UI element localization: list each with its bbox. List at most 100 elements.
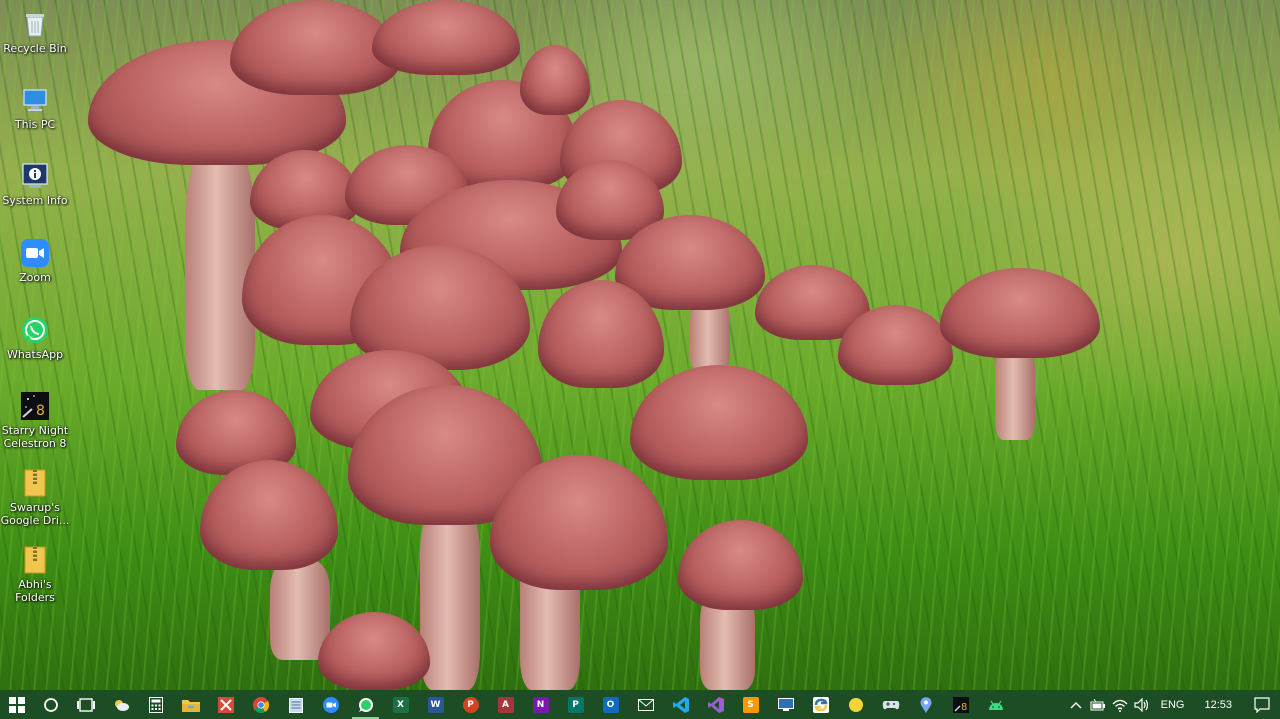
desktop-icon-label: Recycle Bin	[3, 42, 67, 55]
desktop-icon-label: System Info	[2, 194, 68, 207]
cortana-search-icon	[43, 697, 58, 712]
whatsapp-icon	[358, 697, 373, 712]
taskbar-access[interactable]: A	[488, 690, 523, 719]
svg-text:8: 8	[36, 403, 45, 419]
cortana-search-button[interactable]	[33, 690, 68, 719]
input-language-indicator[interactable]: ENG	[1153, 699, 1193, 711]
desktop-icon-zoom[interactable]: Zoom	[2, 233, 68, 305]
system-info-icon	[19, 160, 51, 192]
desktop-icon-whatsapp[interactable]: WhatsApp	[2, 310, 68, 382]
taskbar-calculator[interactable]	[138, 690, 173, 719]
onenote-icon: N	[532, 696, 549, 713]
taskbar-starry-night[interactable]: 8	[943, 690, 978, 719]
desktop-icon-recycle-bin[interactable]: Recycle Bin	[2, 4, 68, 76]
notepad-icon	[288, 697, 303, 713]
desktop-icon-label: WhatsApp	[6, 348, 64, 361]
notification-icon	[1254, 696, 1270, 713]
task-view-icon	[76, 697, 95, 712]
desktop-icon-swarup-google-drive[interactable]: Swarup's Google Dri...	[0, 463, 70, 535]
task-view-button[interactable]	[68, 690, 103, 719]
game-controller-icon	[882, 700, 899, 709]
outlook-icon: O	[602, 696, 619, 713]
wifi-icon	[1112, 699, 1128, 712]
mushroom-stem	[690, 300, 730, 370]
whatsapp-icon	[19, 314, 51, 346]
taskbar-chrome[interactable]	[243, 690, 278, 719]
desktop-icon-starry-night[interactable]: 8 Starry Night Celestron 8	[2, 386, 68, 458]
folder-zip-icon	[19, 467, 51, 499]
starry-night-icon: 8	[19, 390, 51, 422]
file-explorer-icon	[181, 699, 200, 712]
taskbar-whatsapp[interactable]	[348, 690, 383, 719]
folder-zip-icon	[19, 544, 51, 576]
start-button[interactable]	[0, 690, 33, 719]
taskbar-visual-studio[interactable]	[698, 690, 733, 719]
battery-button[interactable]	[1087, 690, 1109, 719]
desktop-icon-system-info[interactable]: System Info	[2, 156, 68, 228]
desktop-icon-label: Swarup's Google Dri...	[0, 501, 70, 527]
taskbar-file-explorer[interactable]	[173, 690, 208, 719]
taskbar-snipping-tool[interactable]	[208, 690, 243, 719]
chrome-icon	[252, 696, 269, 713]
this-pc-icon	[19, 84, 51, 116]
taskbar-weather[interactable]	[103, 690, 138, 719]
taskbar-zoom[interactable]	[313, 690, 348, 719]
taskbar-game[interactable]	[873, 690, 908, 719]
taskbar-notepad[interactable]	[278, 690, 313, 719]
mushroom-stem	[185, 150, 255, 390]
taskbar-excel[interactable]: X	[383, 690, 418, 719]
taskbar-android[interactable]	[978, 690, 1013, 719]
desktop-icon-label: Starry Night Celestron 8	[1, 424, 69, 450]
taskbar-maps[interactable]	[908, 690, 943, 719]
action-center-button[interactable]	[1244, 690, 1280, 719]
desktop-icon-label: Abhi's Folders	[15, 578, 55, 604]
taskbar-mail[interactable]	[628, 690, 663, 719]
network-button[interactable]	[1109, 690, 1131, 719]
remote-desktop-icon	[777, 697, 794, 711]
zoom-icon	[322, 696, 339, 713]
word-icon: W	[427, 696, 444, 713]
snipping-tool-icon	[217, 696, 234, 713]
show-hidden-icons-button[interactable]	[1065, 690, 1087, 719]
sticky-notes-icon	[848, 697, 863, 712]
svg-text:8: 8	[961, 702, 967, 713]
desktop-icon-label: This PC	[14, 118, 56, 131]
taskbar-publisher[interactable]: P	[558, 690, 593, 719]
taskbar-remote-desktop[interactable]	[768, 690, 803, 719]
powerpoint-icon: P	[462, 696, 479, 713]
desktop-icon-area: Recycle Bin This PC System Info Zoom Wha…	[0, 0, 72, 690]
taskbar-sublime-text[interactable]: S	[733, 690, 768, 719]
windows-start-icon	[8, 696, 25, 713]
desktop-icon-abhis-folders[interactable]: Abhi's Folders	[2, 540, 68, 612]
desktop-icon-label: Zoom	[19, 271, 51, 284]
zoom-icon	[19, 237, 51, 269]
taskbar-powerpoint[interactable]: P	[453, 690, 488, 719]
taskbar: X W P A N P O S 8 ENG 12:53	[0, 690, 1280, 719]
visual-studio-icon	[707, 696, 724, 713]
taskbar-python[interactable]	[803, 690, 838, 719]
desktop-icon-this-pc[interactable]: This PC	[2, 80, 68, 152]
clock[interactable]: 12:53	[1192, 699, 1244, 711]
taskbar-sticky-notes[interactable]	[838, 690, 873, 719]
maps-pin-icon	[920, 696, 931, 713]
taskbar-outlook[interactable]: O	[593, 690, 628, 719]
starry-night-icon: 8	[952, 696, 969, 713]
weather-app-icon	[114, 699, 129, 711]
publisher-icon: P	[567, 696, 584, 713]
android-icon	[988, 700, 1003, 710]
system-tray: ENG 12:53	[1065, 690, 1280, 719]
calculator-icon	[148, 696, 163, 713]
mail-icon	[637, 698, 654, 711]
taskbar-onenote[interactable]: N	[523, 690, 558, 719]
battery-charging-icon	[1090, 698, 1105, 710]
taskbar-vscode[interactable]	[663, 690, 698, 719]
volume-button[interactable]	[1131, 690, 1153, 719]
vscode-icon	[672, 696, 689, 713]
chevron-up-icon	[1070, 701, 1082, 708]
taskbar-word[interactable]: W	[418, 690, 453, 719]
excel-icon: X	[392, 696, 409, 713]
desktop-wallpaper	[0, 0, 1280, 690]
sublime-text-icon: S	[742, 696, 759, 713]
recycle-bin-icon	[19, 8, 51, 40]
access-icon: A	[497, 696, 514, 713]
